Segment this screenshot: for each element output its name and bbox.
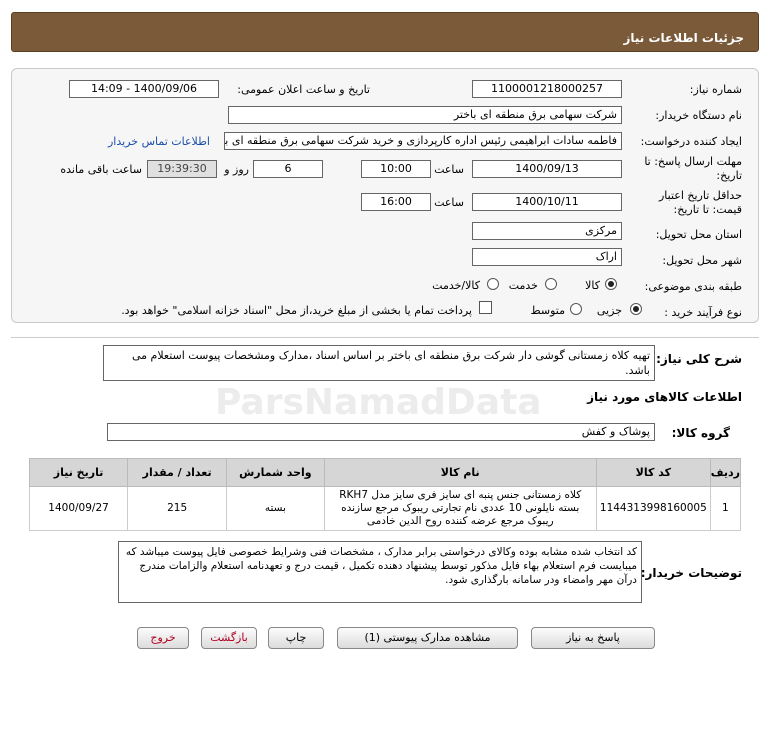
buyer-notes-box: کد انتخاب شده مشابه بوده وکالای درخواستی…: [118, 541, 642, 603]
col-row: ردیف: [709, 458, 742, 487]
category-radio-goods-service[interactable]: [487, 278, 499, 290]
reply-deadline-label: مهلت ارسال پاسخ: تا: [644, 155, 742, 168]
page-title: جزئيات اطلاعات نياز: [623, 31, 744, 45]
reply-days-label: روز و: [224, 163, 249, 176]
reply-button[interactable]: پاسخ به نیاز: [531, 627, 655, 649]
page-header: جزئيات اطلاعات نياز: [11, 12, 759, 52]
purchase-type-radio-minor[interactable]: [630, 303, 642, 315]
purchase-type-label: نوع فرآیند خرید :: [664, 306, 742, 319]
back-button[interactable]: بازگشت: [201, 627, 257, 649]
price-validity-time-field: 16:00: [361, 193, 431, 211]
delivery-city-label: شهر محل تحویل:: [662, 254, 742, 267]
col-unit: واحد شمارش: [226, 458, 325, 487]
col-qty: تعداد / مقدار: [127, 458, 228, 487]
purchase-type-option-minor: جزیی: [596, 304, 622, 317]
delivery-province-field: مرکزی: [472, 222, 622, 240]
col-name: نام کالا: [323, 458, 597, 487]
summary-box: تهیه کلاه زمستانی گوشی دار شرکت برق منطق…: [103, 345, 655, 381]
cell-name: کلاه زمستانی جنس پنبه ای سایز فری سایز م…: [323, 486, 597, 531]
col-date: تاریخ نیاز: [28, 458, 129, 487]
category-radio-service[interactable]: [545, 278, 557, 290]
delivery-city-field: اراک: [472, 248, 622, 266]
need-number-label: شماره نیاز:: [689, 83, 742, 96]
announce-datetime-label: تاریخ و ساعت اعلان عمومی:: [237, 83, 370, 96]
price-validity-label-2: قیمت: تا تاریخ:: [673, 203, 742, 216]
exit-button[interactable]: خروج: [137, 627, 189, 649]
buyer-contact-link[interactable]: اطلاعات تماس خریدار: [108, 135, 210, 148]
price-validity-date-field: 1400/10/11: [472, 193, 622, 211]
remaining-time-label: ساعت باقی مانده: [60, 163, 142, 176]
table-row: 1 1144313998160005 کلاه زمستانی جنس پنبه…: [28, 486, 742, 531]
requester-label: ایجاد کننده درخواست:: [640, 135, 742, 148]
watermark-brand: ParsNamadData: [215, 382, 542, 423]
delivery-province-label: استان محل تحویل:: [655, 228, 742, 241]
reply-deadline-time-field: 10:00: [361, 160, 431, 178]
goods-section-title: اطلاعات کالاهای مورد نیاز: [587, 390, 742, 404]
items-table-header: ردیف کد کالا نام کالا واحد شمارش تعداد /…: [28, 458, 742, 487]
announce-datetime-field: 1400/09/06 - 14:09: [69, 80, 219, 98]
category-option-goods-service: کالا/خدمت: [432, 279, 480, 292]
goods-group-label: گروه کالا:: [671, 426, 730, 440]
section-divider: [11, 337, 759, 338]
cell-qty: 215: [127, 486, 228, 531]
buyer-notes-label: توضیحات خریدار:: [640, 566, 742, 580]
category-option-service: خدمت: [508, 279, 538, 292]
purchase-type-radio-medium[interactable]: [570, 303, 582, 315]
buyer-org-label: نام دستگاه خریدار:: [655, 109, 742, 122]
cell-code: 1144313998160005: [595, 486, 711, 531]
remaining-time-field: 19:39:30: [147, 160, 217, 178]
reply-days-field: 6: [253, 160, 323, 178]
price-validity-time-label: ساعت: [434, 196, 464, 209]
category-option-goods: کالا: [585, 279, 600, 292]
requester-field: فاطمه سادات ابراهیمی رئیس اداره کارپرداز…: [224, 132, 622, 150]
need-number-field: 1100001218000257: [472, 80, 622, 98]
cell-row: 1: [709, 486, 742, 531]
summary-label: شرح کلی نیاز:: [656, 352, 742, 366]
treasury-bonds-checkbox[interactable]: [479, 301, 492, 314]
summary-text: تهیه کلاه زمستانی گوشی دار شرکت برق منطق…: [131, 349, 650, 377]
price-validity-label: حداقل تاریخ اعتبار: [658, 189, 742, 202]
cell-date: 1400/09/27: [28, 486, 129, 531]
items-table: ردیف کد کالا نام کالا واحد شمارش تعداد /…: [28, 458, 742, 531]
buyer-notes-text: کد انتخاب شده مشابه بوده وکالای درخواستی…: [125, 546, 637, 586]
reply-deadline-time-label: ساعت: [434, 163, 464, 176]
col-code: کد کالا: [595, 458, 711, 487]
goods-group-field: پوشاک و کفش: [107, 423, 655, 441]
cell-unit: بسته: [226, 486, 325, 531]
treasury-bonds-note: پرداخت تمام یا بخشی از مبلغ خرید،از محل …: [121, 304, 472, 317]
category-label: طبقه بندی موضوعی:: [644, 280, 742, 293]
buyer-org-field: شرکت سهامی برق منطقه ای باختر: [228, 106, 622, 124]
attachments-button[interactable]: مشاهده مدارک پیوستی (1): [337, 627, 518, 649]
reply-deadline-date-field: 1400/09/13: [472, 160, 622, 178]
purchase-type-option-medium: متوسط: [530, 304, 565, 317]
reply-deadline-label-2: تاریخ:: [716, 169, 742, 182]
print-button[interactable]: چاپ: [268, 627, 324, 649]
category-radio-goods[interactable]: [605, 278, 617, 290]
